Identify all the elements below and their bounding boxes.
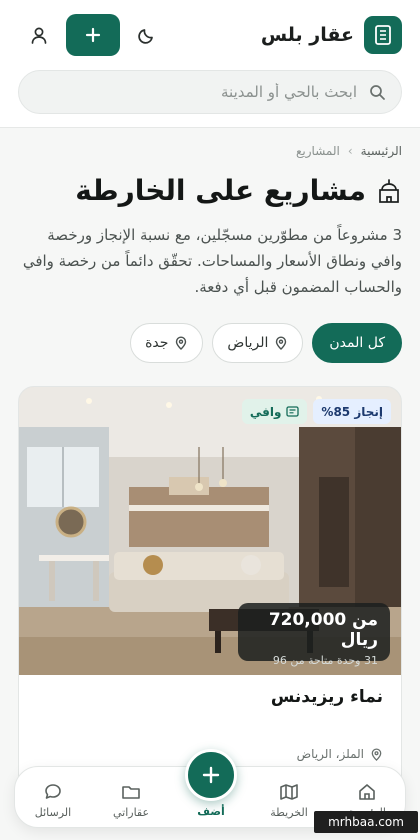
plus-icon: [202, 766, 220, 784]
page-intro: 3 مشروعاً من مطوّرين مسجّلين، مع نسبة ال…: [22, 226, 402, 296]
filter-riyadh[interactable]: الرياض: [212, 323, 304, 363]
map-icon: [278, 781, 300, 803]
map-pin-icon: [371, 747, 382, 761]
breadcrumb-separator: ›: [347, 144, 353, 158]
nav-my-properties-label: عقاراتي: [112, 806, 150, 819]
filter-all-cities[interactable]: كل المدن: [312, 323, 402, 363]
nav-my-properties[interactable]: عقاراتي: [101, 781, 161, 819]
project-location-label: الملز، الرياض: [296, 747, 364, 761]
wafi-badge: وافي: [241, 399, 308, 424]
filter-jeddah[interactable]: جدة: [130, 323, 204, 363]
chat-icon: [42, 781, 64, 803]
nav-messages-label: الرسائل: [34, 806, 72, 819]
nav-map-label: الخريطة: [270, 806, 308, 819]
project-location: الملز، الرياض: [297, 747, 383, 761]
progress-badge: إنجاز 85%: [313, 399, 391, 424]
page-title: مشاريع على الخارطة: [75, 174, 366, 207]
brand[interactable]: عقار بلس: [261, 16, 402, 54]
mosque-icon: [376, 176, 402, 206]
license-icon: [286, 406, 300, 417]
theme-toggle-button[interactable]: [132, 14, 162, 56]
nav-map[interactable]: الخريطة: [259, 781, 319, 819]
wafi-badge-label: وافي: [249, 404, 282, 419]
nav-add-label: أضف: [197, 805, 225, 818]
user-icon: [31, 27, 47, 44]
breadcrumb: الرئيسية › المشاريع: [296, 144, 402, 158]
watermark: mrhbaa.com: [314, 811, 418, 833]
progress-badge-label: إنجاز 85%: [321, 404, 383, 419]
brand-name: عقار بلس: [260, 24, 354, 46]
project-photo: إنجاز 85% وافي من 720,000 ريال 31 وحدة م…: [19, 387, 401, 675]
account-button[interactable]: [24, 14, 54, 56]
breadcrumb-current: المشاريع: [296, 144, 340, 158]
search-icon: [367, 82, 387, 102]
building-icon: [364, 16, 402, 54]
nav-add[interactable]: أضف: [183, 749, 239, 818]
moon-icon: [138, 29, 153, 44]
breadcrumb-home[interactable]: الرئيسية: [361, 144, 402, 158]
app-header: عقار بلس: [0, 0, 420, 128]
add-listing-button[interactable]: [66, 14, 120, 56]
map-pin-icon: [176, 336, 187, 350]
folder-icon: [120, 781, 142, 803]
city-filters: كل المدن الرياض جدة: [130, 323, 402, 363]
filter-label: كل المدن: [329, 335, 385, 351]
project-badges: إنجاز 85% وافي: [241, 399, 391, 424]
page-header: مشاريع على الخارطة: [75, 174, 402, 207]
plus-icon: [85, 27, 101, 43]
map-pin-icon: [276, 336, 287, 350]
nav-messages[interactable]: الرسائل: [23, 781, 83, 819]
filter-label: جدة: [145, 335, 169, 351]
project-name[interactable]: نماء ريزيدنس: [271, 687, 383, 707]
search-input[interactable]: [33, 83, 357, 101]
project-card[interactable]: إنجاز 85% وافي من 720,000 ريال 31 وحدة م…: [18, 386, 402, 806]
home-icon: [356, 781, 378, 803]
price-box: من 720,000 ريال 31 وحدة متاحة من 96: [238, 603, 390, 667]
filter-label: الرياض: [227, 335, 269, 351]
search-bar[interactable]: [18, 70, 402, 114]
project-price: من 720,000 ريال: [268, 610, 378, 650]
nav-add-button[interactable]: [185, 749, 237, 801]
units-available: 31 وحدة متاحة من 96: [272, 654, 378, 667]
